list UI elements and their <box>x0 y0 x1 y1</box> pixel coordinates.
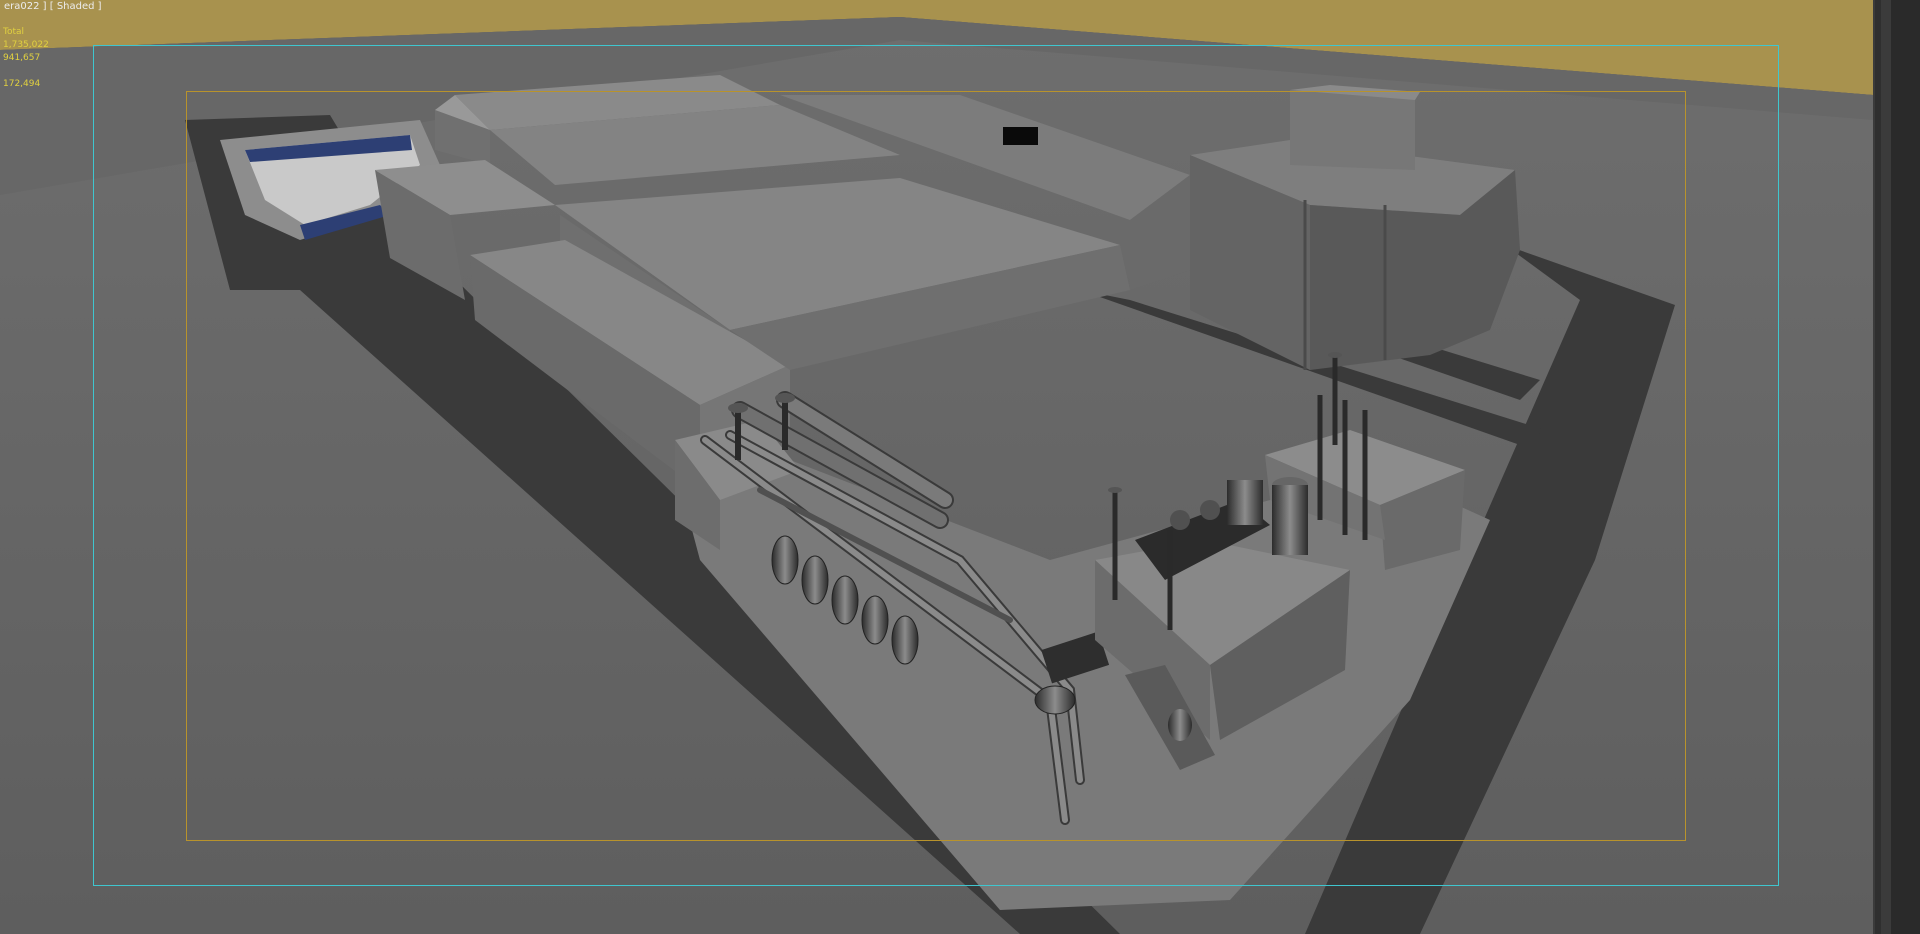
stats-verts: 941,657 <box>3 53 41 63</box>
dark-opening <box>1003 127 1038 145</box>
stats-polys: 1,735,022 <box>3 40 49 50</box>
scrollbar-thumb[interactable] <box>1891 0 1920 934</box>
scrollbar-gutter <box>1875 0 1881 934</box>
scene-render[interactable] <box>0 0 1873 934</box>
3d-viewport[interactable]: era022 ] [ Shaded ] Total 1,735,022 941,… <box>0 0 1873 934</box>
stats-fps: 172,494 <box>3 79 41 89</box>
viewport-statistics: Total 1,735,022 941,657 172,494 <box>3 26 49 91</box>
separator-vessel <box>1034 685 1076 715</box>
viewport-label[interactable]: era022 ] [ Shaded ] <box>0 0 106 15</box>
stats-title: Total <box>3 27 25 37</box>
viewport-scrollbar[interactable] <box>1873 0 1920 934</box>
